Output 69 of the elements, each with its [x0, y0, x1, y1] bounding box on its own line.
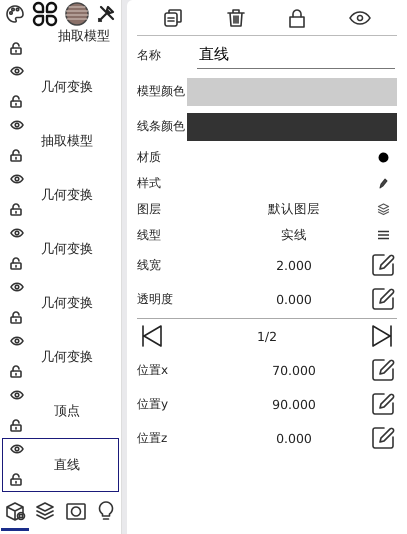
trash-icon[interactable] — [226, 8, 246, 28]
first-page-icon[interactable] — [141, 325, 163, 347]
lock-icon[interactable] — [288, 8, 306, 28]
field-label: 样式 — [137, 174, 162, 192]
color-swatch[interactable] — [187, 112, 397, 140]
field-value: 0.000 — [275, 430, 313, 446]
field-value: 默认图层 — [267, 200, 321, 218]
unlocked-icon[interactable] — [10, 473, 22, 486]
unlocked-icon[interactable] — [10, 419, 22, 432]
unlocked-icon[interactable] — [10, 257, 22, 270]
cube-icon — [4, 500, 26, 522]
field-label: 位置x — [137, 362, 170, 378]
object-item[interactable]: 顶点 — [2, 384, 119, 438]
layers-icon[interactable] — [376, 202, 390, 216]
eye-icon[interactable] — [10, 336, 24, 346]
field-label: 线宽 — [137, 256, 162, 274]
globe-icon[interactable] — [64, 2, 89, 26]
palette-icon[interactable] — [5, 4, 26, 24]
field-label: 模型颜色 — [137, 83, 185, 100]
edit-icon[interactable] — [371, 358, 395, 382]
clover-icon[interactable] — [32, 1, 58, 28]
object-item[interactable]: 几何变换 — [2, 276, 119, 330]
eye-icon[interactable] — [348, 10, 371, 24]
edit-icon[interactable] — [371, 253, 395, 277]
eye-icon[interactable] — [10, 174, 24, 184]
eye-icon[interactable] — [10, 390, 24, 400]
eye-icon[interactable] — [10, 228, 24, 238]
field-label: 透明度 — [137, 290, 174, 308]
dot-icon[interactable] — [378, 152, 388, 162]
object-label: 抽取模型 — [58, 30, 110, 44]
field-label: 位置y — [137, 396, 170, 412]
field-label: 名称 — [137, 46, 162, 64]
unlocked-icon[interactable] — [10, 95, 22, 108]
object-item[interactable]: 几何变换 — [2, 168, 119, 222]
menu-icon[interactable] — [378, 230, 388, 240]
unlocked-icon[interactable] — [10, 311, 22, 324]
eye-icon[interactable] — [10, 444, 24, 454]
eye-icon[interactable] — [10, 282, 24, 292]
object-item[interactable]: 几何变换 — [2, 330, 119, 384]
color-swatch[interactable] — [187, 78, 397, 106]
field-value: 70.000 — [271, 362, 317, 378]
field-value: 0.000 — [275, 292, 313, 306]
object-item[interactable]: 几何变换 — [2, 222, 119, 276]
last-page-icon[interactable] — [371, 325, 393, 347]
copy-icon[interactable] — [163, 8, 184, 28]
edit-icon[interactable] — [371, 426, 395, 450]
field-label: 线型 — [137, 226, 162, 244]
field-value: 90.000 — [271, 396, 317, 412]
field-value: 实线 — [280, 226, 308, 244]
pen-icon[interactable] — [378, 177, 388, 189]
field-label: 位置z — [137, 430, 168, 446]
eye-icon[interactable] — [10, 66, 24, 76]
unlocked-icon[interactable] — [10, 365, 22, 378]
field-label: 图层 — [137, 200, 162, 218]
field-label: 线条颜色 — [137, 118, 185, 135]
unlocked-icon[interactable] — [10, 42, 22, 56]
tools-icon[interactable] — [96, 4, 116, 24]
field-label: 材质 — [137, 148, 162, 166]
object-item[interactable]: 抽取模型 — [2, 114, 119, 168]
object-item[interactable]: 几何变换 — [2, 60, 119, 114]
layers-icon — [34, 500, 56, 522]
edit-icon[interactable] — [371, 392, 395, 416]
eye-icon[interactable] — [10, 120, 24, 130]
unlocked-icon[interactable] — [10, 149, 22, 162]
field-value: 2.000 — [275, 258, 313, 272]
page-indicator: 1/2 — [256, 328, 278, 344]
object-item[interactable]: 直线 — [2, 438, 119, 492]
edit-icon[interactable] — [371, 287, 395, 311]
unlocked-icon[interactable] — [10, 203, 22, 216]
